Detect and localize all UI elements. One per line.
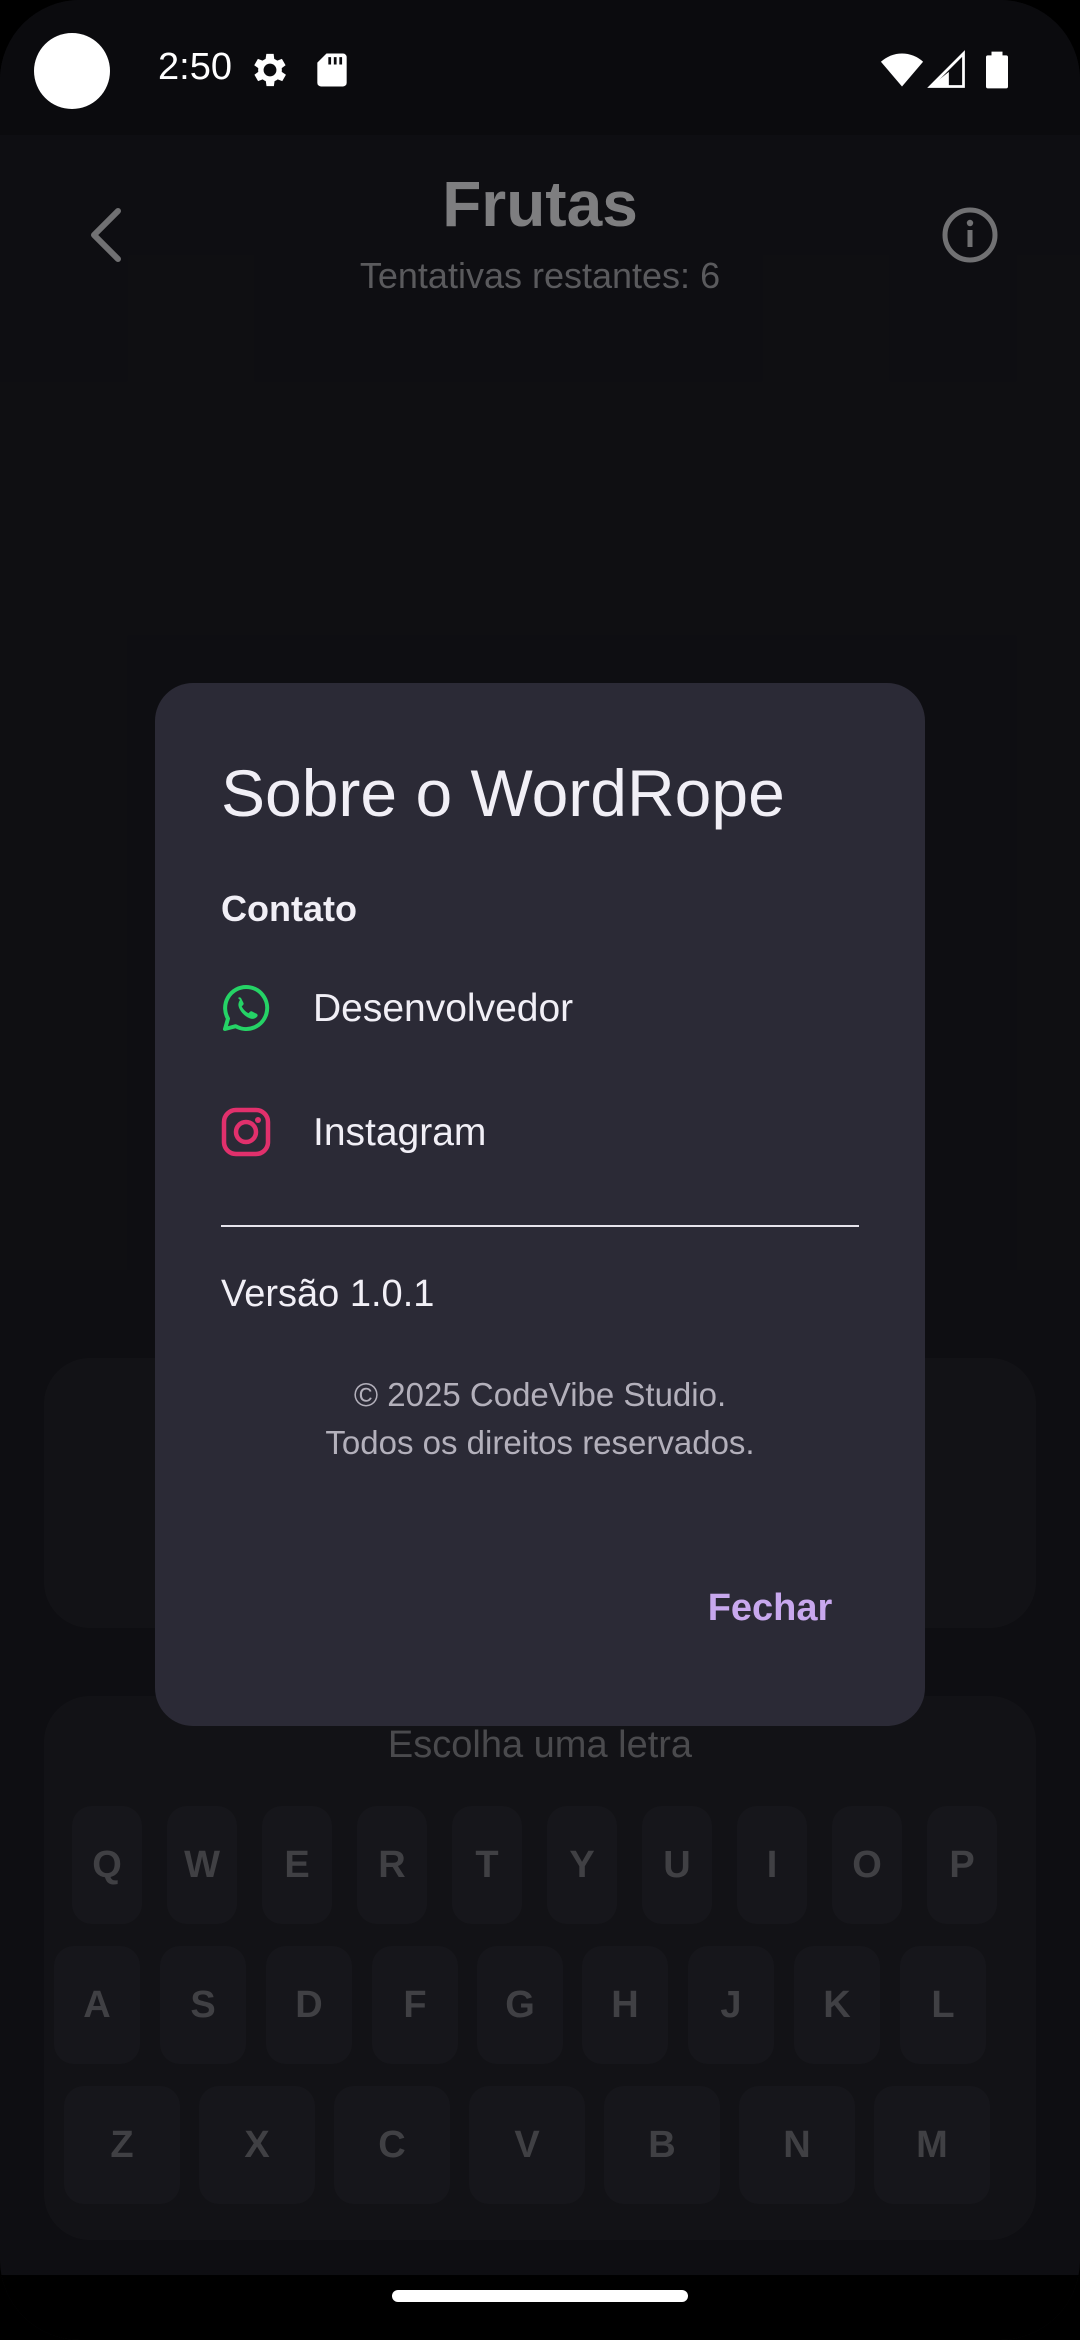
whatsapp-icon [221, 983, 271, 1033]
settings-gear-icon [248, 48, 292, 92]
contact-label: Instagram [313, 1111, 487, 1154]
contact-instagram-link[interactable]: Instagram [221, 1087, 861, 1177]
sd-card-icon [310, 48, 354, 92]
contact-label: Desenvolvedor [313, 987, 574, 1030]
close-button[interactable]: Fechar [675, 1568, 865, 1648]
navigation-bar [0, 2275, 1080, 2340]
home-indicator[interactable] [392, 2290, 688, 2302]
copyright-line: © 2025 CodeVibe Studio. [353, 1376, 727, 1413]
contact-section-label: Contato [221, 888, 357, 929]
contact-developer-link[interactable]: Desenvolvedor [221, 963, 861, 1053]
wifi-icon [880, 48, 924, 92]
divider [221, 1225, 859, 1227]
cellular-signal-icon [925, 48, 969, 92]
copyright-line: Todos os direitos reservados. [325, 1424, 755, 1461]
status-time: 2:50 [158, 46, 232, 88]
dialog-title: Sobre o WordRope [221, 756, 785, 830]
camera-cutout [34, 33, 110, 109]
battery-icon [975, 48, 1019, 92]
copyright-text: © 2025 CodeVibe Studio. Todos os direito… [155, 1371, 925, 1467]
status-bar: 2:50 [0, 0, 1080, 135]
about-dialog: Sobre o WordRope Contato Desenvolvedor I… [155, 683, 925, 1726]
instagram-icon [221, 1107, 271, 1157]
app-version: Versão 1.0.1 [221, 1273, 435, 1315]
phone-screen: 2:50 Frutas Tentativas restantes: 6 Esco… [0, 0, 1080, 2340]
